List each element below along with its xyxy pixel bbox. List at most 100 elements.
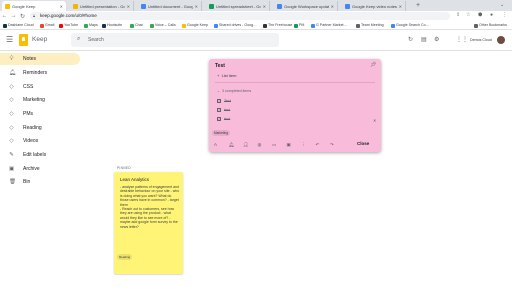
completed-item-text[interactable]: Test [224,99,231,103]
sidebar-item-videos[interactable]: ◇ Videos [0,135,80,147]
search-bar[interactable]: ⌕ [71,33,279,47]
bookmarks-bar: Dashlane Cloud Gmail YouTube Maps Hootsu… [0,21,512,30]
browser-tab[interactable]: Google Keep video notes - Sto… ✕ [342,1,406,11]
sidebar-item-reading[interactable]: ◇ Reading [0,122,80,134]
tab-title: Google Keep [12,3,36,9]
avatar[interactable] [496,35,506,45]
tab-search-chevron-icon[interactable]: ⌄ [500,2,504,8]
bookmark-icon [294,23,298,28]
close-tab-icon[interactable]: ✕ [127,4,130,9]
sidebar-item-archive[interactable]: ▣ Archive [0,163,80,175]
google-favicon-icon [277,3,282,9]
bookmark-item[interactable]: The Freehouse [263,22,292,29]
formatting-icon[interactable]: A [214,142,229,148]
remove-item-icon[interactable]: ✕ [373,118,376,123]
close-button[interactable]: Close [357,141,369,146]
sidebar-item-reminders[interactable]: 🔔︎ Reminders [0,67,80,79]
sidebar-item-bin[interactable]: 🗑︎ Bin [0,176,80,188]
keep-logo-icon[interactable] [19,34,28,46]
bookmark-item[interactable]: PM [294,22,304,29]
pin-icon[interactable]: 📌︎ [370,62,376,68]
sidebar-item-pms[interactable]: ◇ PMs [0,108,80,120]
bookmark-item[interactable]: Dashlane Cloud [3,22,34,29]
apps-grid-icon[interactable]: ⋮⋮ [456,36,468,43]
tab-title: Google Keep video notes - Sto… [352,3,397,9]
google-favicon-icon [345,3,350,9]
list-view-icon[interactable]: ▤ [421,36,427,43]
palette-icon[interactable]: ◍ [258,142,273,148]
search-input[interactable] [88,35,274,45]
main-menu-icon[interactable]: ☰ [6,35,13,44]
close-tab-icon[interactable]: ✕ [60,4,63,9]
bookmark-item[interactable]: Hootsuite [102,22,122,29]
add-list-item[interactable]: + List item [217,73,236,78]
bookmark-item[interactable]: Team Meeting [356,22,384,29]
bookmark-item[interactable]: YouTube [59,22,78,29]
bookmark-item[interactable]: Voice – Calls [150,22,176,29]
back-arrow-icon[interactable]: ← [0,13,9,19]
browser-menu-icon[interactable]: ⋮ [502,12,507,18]
note-label-chip[interactable]: Marketing [212,130,230,136]
bookmark-item[interactable]: Shared drives - Goog… [214,22,257,29]
bookmark-icon [40,23,44,28]
bookmark-item[interactable]: Gmail [40,22,54,29]
bookmark-item[interactable]: Maps [84,22,98,29]
remind-me-icon[interactable]: 🔔︎ [229,142,244,148]
completed-item-text[interactable]: test [224,117,230,121]
checkbox-checked-icon[interactable]: ✓ [217,99,221,103]
close-tab-icon[interactable]: ✕ [399,4,402,9]
star-icon[interactable]: ☆ [466,12,470,18]
checkbox-checked-icon[interactable]: ✓ [217,117,221,121]
tab-title: Untitled spreadsheet - Google She… [216,3,261,9]
sidebar-item-label: Reading [23,125,42,131]
note-card-label-chip[interactable]: Reading [117,254,133,260]
bookmark-item[interactable]: G Partner Market… [311,22,347,29]
completed-item[interactable]: ✓ Test [217,99,231,103]
close-tab-icon[interactable]: ✕ [263,4,266,9]
completed-item-text[interactable]: test [224,108,230,112]
note-toolbar: A 🔔︎ 👤︎ ◍ ▭ ▣ ⋮ ↶ ↷ [214,142,345,148]
share-icon[interactable]: ⇪ [456,12,460,18]
note-card-body: - analyse patterns of engagement and des… [120,185,180,229]
sidebar-item-label: Bin [23,179,31,185]
redo-icon[interactable]: ↷ [330,142,345,148]
account-name[interactable]: Demos Cloud [470,38,492,42]
bookmark-icon [150,23,154,28]
image-icon[interactable]: ▭ [272,142,287,148]
completed-items-toggle[interactable]: ⌄ 3 completed items [217,89,251,93]
extensions-icon[interactable]: ⬢ [478,12,482,18]
bookmark-item[interactable]: Google Keep [182,22,208,29]
refresh-icon[interactable]: ↻ [408,36,413,43]
close-tab-icon[interactable]: ✕ [331,4,334,9]
browser-tab[interactable]: Untitled document - Google Docs ✕ [138,1,202,11]
bookmark-item[interactable]: Google Search Co… [391,22,429,29]
label-icon: ◇ [9,84,14,90]
bookmark-item[interactable]: Chat [130,22,143,29]
search-icon[interactable]: ⌕ [77,36,80,43]
completed-item[interactable]: ✓ test [217,117,230,121]
settings-gear-icon[interactable]: ⚙ [434,36,439,43]
note-editor[interactable]: Test 📌︎ + List item ⌄ 3 completed items … [209,59,381,152]
close-tab-icon[interactable]: ✕ [195,4,198,9]
undo-icon[interactable]: ↶ [316,142,331,148]
browser-tab[interactable]: Google Workspace updates: Ne… ✕ [274,1,338,11]
completed-item[interactable]: ✓ test [217,108,230,112]
browser-tab[interactable]: Google Keep ✕ [2,1,66,11]
checkbox-checked-icon[interactable]: ✓ [217,108,221,112]
browser-tab[interactable]: Untitled spreadsheet - Google She… ✕ [206,1,270,11]
profile-icon[interactable]: ● [490,12,493,18]
archive-icon[interactable]: ▣ [287,142,302,148]
address-bar[interactable]: 🔒︎ keep.google.com/u/0/#home [30,12,450,20]
note-title[interactable]: Test [215,63,225,69]
forward-arrow-icon[interactable]: → [9,13,18,19]
reload-icon[interactable]: ↻ [18,13,27,20]
sidebar-item-edit-labels[interactable]: ✎ Edit labels [0,149,80,161]
new-tab-button[interactable]: + [416,1,420,10]
browser-tab[interactable]: Untitled presentation - Google Slid… ✕ [70,1,134,11]
collaborator-icon[interactable]: 👤︎ [243,142,258,148]
sidebar-item-css[interactable]: ◇ CSS [0,81,80,93]
bookmark-item[interactable]: Other Bookmarks [474,22,507,29]
sidebar-item-notes[interactable]: 💡︎ Notes [0,53,80,65]
sidebar-item-marketing[interactable]: ◇ Marketing [0,94,80,106]
more-icon[interactable]: ⋮ [301,142,316,148]
